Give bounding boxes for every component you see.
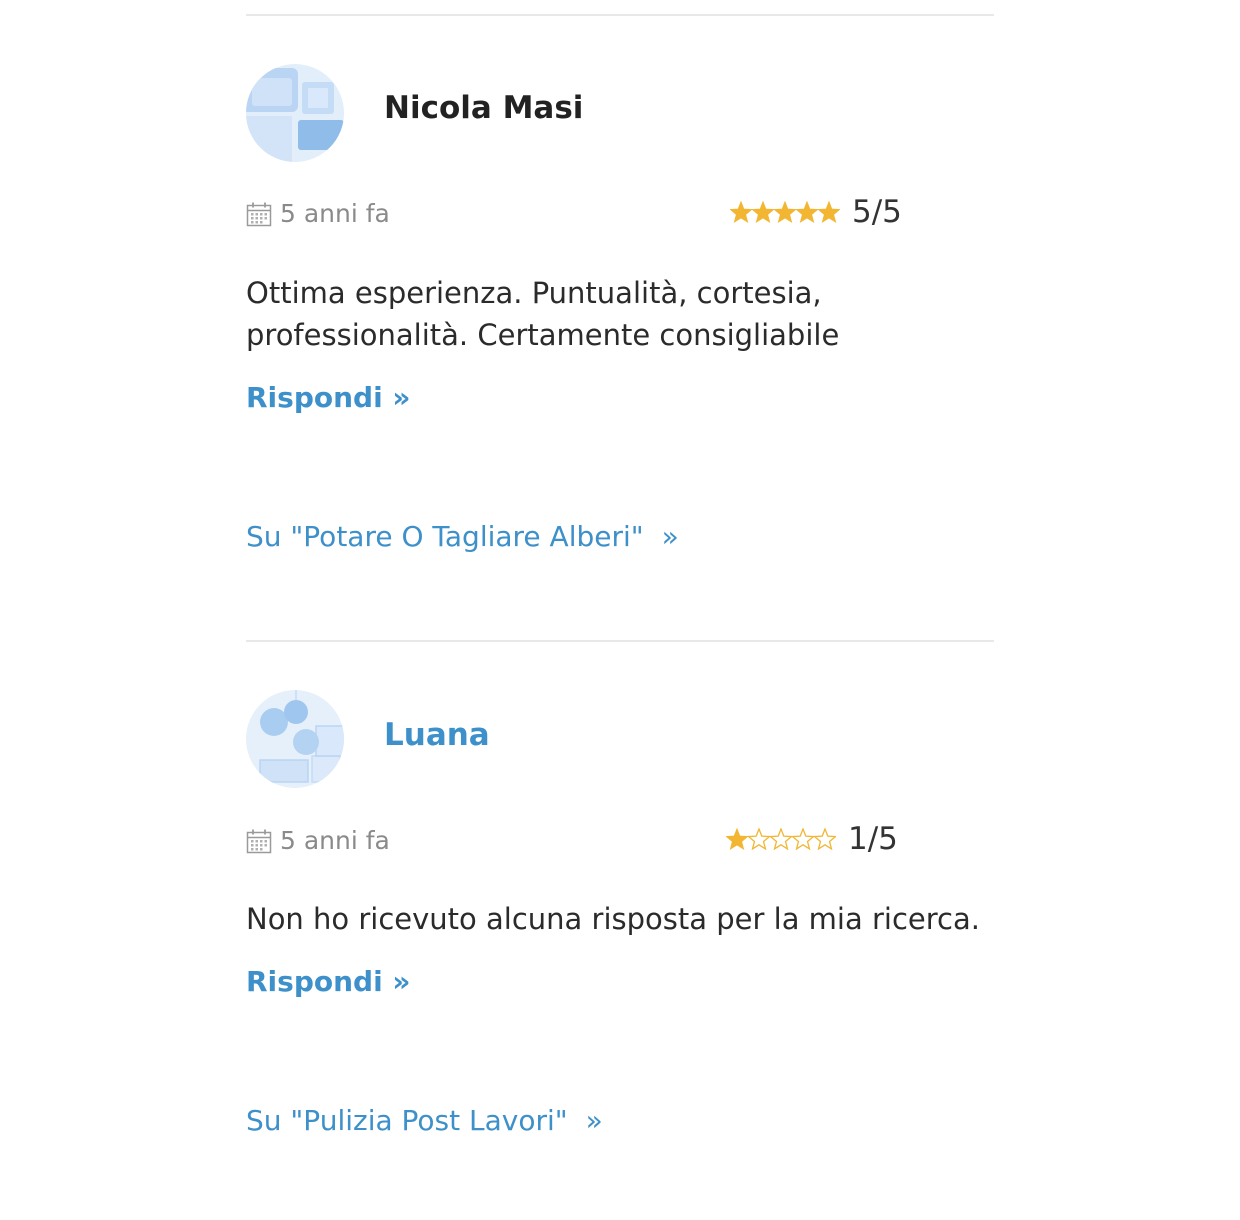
review-date-text: 5 anni fa [280, 199, 390, 228]
chevron-right-icon[interactable]: » [586, 1104, 603, 1137]
review-text: Non ho ricevuto alcuna risposta per la m… [246, 902, 980, 936]
reply-link[interactable]: Rispondi » [246, 381, 411, 414]
review-date: 5 anni fa [246, 199, 390, 228]
star-filled-icon [726, 828, 749, 850]
star-empty-icon [746, 828, 772, 850]
star-filled-icon [817, 201, 840, 223]
star-empty-icon [790, 828, 816, 850]
reviewer-name[interactable]: Luana [384, 717, 490, 753]
rating-stars-svg [726, 828, 836, 850]
chevron-right-icon[interactable]: » [662, 520, 679, 553]
rating: 5/5 [730, 194, 902, 230]
reply-link[interactable]: Rispondi » [246, 965, 411, 998]
review-date-text: 5 anni fa [280, 826, 390, 855]
avatar [246, 64, 344, 162]
service-link[interactable]: Su "Potare O Tagliare Alberi" » [246, 520, 679, 553]
rating-score: 5/5 [852, 194, 902, 230]
rating-score: 1/5 [848, 821, 898, 857]
star-filled-icon [795, 201, 819, 223]
calendar-icon [246, 201, 272, 227]
calendar-icon [246, 828, 272, 854]
star-filled-icon [730, 201, 753, 223]
reviewer-name: Nicola Masi [384, 90, 584, 126]
service-link[interactable]: Su "Pulizia Post Lavori" » [246, 1104, 603, 1137]
review-card: Nicola Masi 5 anni fa 5/5 Ottima esperie… [246, 14, 994, 614]
review-date: 5 anni fa [246, 826, 390, 855]
review-divider [246, 14, 994, 16]
review-divider [246, 640, 994, 642]
service-link-label[interactable]: Su "Pulizia Post Lavori" [246, 1104, 568, 1137]
star-filled-icon [751, 201, 775, 223]
star-empty-icon [768, 828, 794, 850]
star-empty-icon [812, 828, 836, 850]
rating-stars-svg [730, 201, 840, 223]
avatar [246, 690, 344, 788]
review-text: Ottima esperienza. Puntualità, cortesia,… [246, 276, 840, 352]
rating-stars [726, 828, 836, 850]
rating: 1/5 [726, 821, 898, 857]
rating-stars [730, 201, 840, 223]
service-link-label[interactable]: Su "Potare O Tagliare Alberi" [246, 520, 644, 553]
star-filled-icon [773, 201, 797, 223]
review-card: Luana 5 anni fa 1/5 Non ho ricevuto alcu… [246, 640, 994, 1200]
